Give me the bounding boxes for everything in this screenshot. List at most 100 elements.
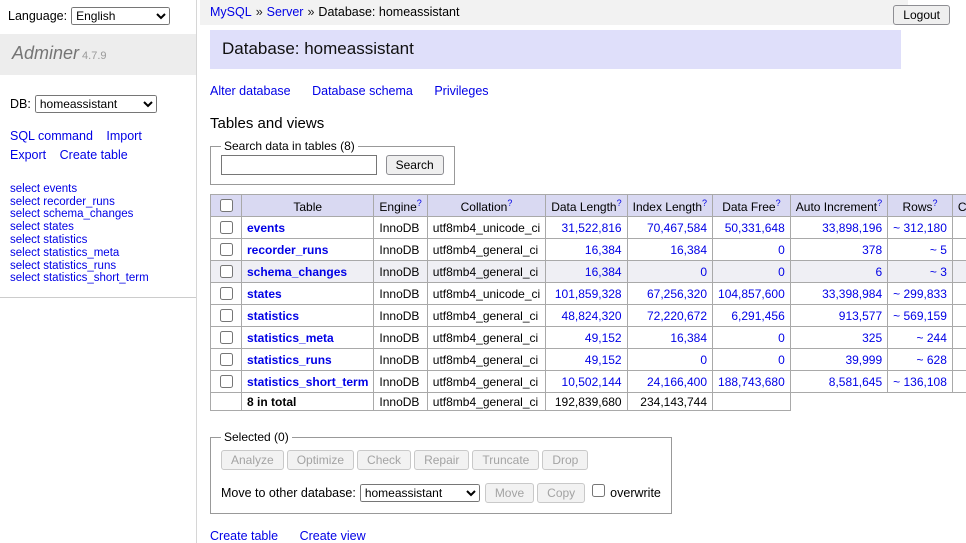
row-checkbox[interactable] bbox=[220, 309, 233, 322]
data-free-link[interactable]: 6,291,456 bbox=[731, 309, 784, 323]
sidebar-table-select-link[interactable]: select schema_changes bbox=[10, 208, 133, 220]
data-free-link[interactable]: 0 bbox=[778, 331, 785, 345]
move-button[interactable]: Move bbox=[485, 483, 534, 503]
db-select[interactable]: homeassistant bbox=[35, 95, 157, 113]
rows-count-link[interactable]: ~ 299,833 bbox=[893, 287, 947, 301]
table-name-link[interactable]: statistics_runs bbox=[247, 353, 332, 367]
data-length-link[interactable]: 31,522,816 bbox=[562, 221, 622, 235]
logout-button[interactable]: Logout bbox=[893, 5, 950, 25]
table-name-link[interactable]: schema_changes bbox=[247, 265, 347, 279]
rows-count-link[interactable]: ~ 5 bbox=[930, 243, 947, 257]
database-nav-link[interactable]: Alter database bbox=[210, 84, 291, 98]
row-checkbox[interactable] bbox=[220, 243, 233, 256]
auto-increment-link[interactable]: 33,898,196 bbox=[822, 221, 882, 235]
sidebar-action-link[interactable]: SQL command bbox=[10, 129, 93, 143]
row-checkbox[interactable] bbox=[220, 221, 233, 234]
bulk-action-button[interactable]: Check bbox=[357, 450, 411, 470]
auto-increment-link[interactable]: 378 bbox=[862, 243, 882, 257]
breadcrumb-link-server[interactable]: Server bbox=[267, 5, 304, 19]
create-link[interactable]: Create table bbox=[210, 529, 278, 543]
select-all-checkbox[interactable] bbox=[220, 199, 233, 212]
rows-count-link[interactable]: ~ 312,180 bbox=[893, 221, 947, 235]
column-help-link[interactable]: ? bbox=[507, 198, 512, 208]
sidebar-action-link[interactable]: Import bbox=[106, 129, 141, 143]
data-free-link[interactable]: 50,331,648 bbox=[725, 221, 785, 235]
create-link[interactable]: Create view bbox=[300, 529, 366, 543]
data-length-link[interactable]: 49,152 bbox=[585, 331, 622, 345]
sidebar-table-select-link[interactable]: select statistics_runs bbox=[10, 260, 116, 272]
bulk-action-button[interactable]: Analyze bbox=[221, 450, 284, 470]
index-length-link[interactable]: 16,384 bbox=[670, 331, 707, 345]
index-length-link[interactable]: 67,256,320 bbox=[647, 287, 707, 301]
copy-button[interactable]: Copy bbox=[537, 483, 585, 503]
table-name-link[interactable]: statistics bbox=[247, 309, 299, 323]
index-length-cell: 24,166,400 bbox=[627, 371, 712, 393]
rows-count-link[interactable]: ~ 244 bbox=[917, 331, 947, 345]
column-help-link[interactable]: ? bbox=[877, 198, 882, 208]
data-free-link[interactable]: 0 bbox=[778, 243, 785, 257]
sidebar-table-select-link[interactable]: select states bbox=[10, 221, 74, 233]
table-name-link[interactable]: statistics_meta bbox=[247, 331, 334, 345]
database-nav-link[interactable]: Privileges bbox=[434, 84, 488, 98]
table-name-link[interactable]: statistics_short_term bbox=[247, 375, 368, 389]
sidebar-table-select-link[interactable]: select statistics bbox=[10, 234, 87, 246]
column-help-link[interactable]: ? bbox=[617, 198, 622, 208]
auto-increment-link[interactable]: 325 bbox=[862, 331, 882, 345]
data-length-link[interactable]: 16,384 bbox=[585, 265, 622, 279]
row-checkbox[interactable] bbox=[220, 375, 233, 388]
table-name-link[interactable]: states bbox=[247, 287, 282, 301]
auto-increment-link[interactable]: 8,581,645 bbox=[829, 375, 882, 389]
row-checkbox[interactable] bbox=[220, 287, 233, 300]
row-checkbox[interactable] bbox=[220, 331, 233, 344]
data-length-link[interactable]: 10,502,144 bbox=[562, 375, 622, 389]
index-length-link[interactable]: 70,467,584 bbox=[647, 221, 707, 235]
overwrite-label[interactable]: overwrite bbox=[610, 486, 661, 500]
data-length-link[interactable]: 16,384 bbox=[585, 243, 622, 257]
language-select[interactable]: English bbox=[71, 7, 170, 25]
sidebar-table-select-link[interactable]: select statistics_meta bbox=[10, 247, 119, 259]
auto-increment-link[interactable]: 33,398,984 bbox=[822, 287, 882, 301]
index-length-link[interactable]: 0 bbox=[700, 353, 707, 367]
sidebar-table-select-link[interactable]: select recorder_runs bbox=[10, 196, 115, 208]
sidebar-action-link[interactable]: Export bbox=[10, 148, 46, 162]
row-checkbox[interactable] bbox=[220, 265, 233, 278]
rows-count-link[interactable]: ~ 3 bbox=[930, 265, 947, 279]
table-name-link[interactable]: recorder_runs bbox=[247, 243, 328, 257]
index-length-link[interactable]: 24,166,400 bbox=[647, 375, 707, 389]
search-button[interactable]: Search bbox=[386, 155, 444, 175]
data-free-link[interactable]: 0 bbox=[778, 265, 785, 279]
data-free-link[interactable]: 0 bbox=[778, 353, 785, 367]
sidebar-table-select-link[interactable]: select events bbox=[10, 183, 77, 195]
column-help-link[interactable]: ? bbox=[417, 198, 422, 208]
data-length-link[interactable]: 49,152 bbox=[585, 353, 622, 367]
bulk-action-button[interactable]: Truncate bbox=[472, 450, 539, 470]
overwrite-checkbox[interactable] bbox=[592, 484, 605, 497]
data-free-link[interactable]: 188,743,680 bbox=[718, 375, 785, 389]
bulk-action-button[interactable]: Repair bbox=[414, 450, 469, 470]
column-help-link[interactable]: ? bbox=[702, 198, 707, 208]
sidebar-action-link[interactable]: Create table bbox=[60, 148, 128, 162]
bulk-action-button[interactable]: Optimize bbox=[287, 450, 354, 470]
sidebar-table-select-link[interactable]: select statistics_short_term bbox=[10, 272, 149, 284]
rows-count-link[interactable]: ~ 569,159 bbox=[893, 309, 947, 323]
column-help-link[interactable]: ? bbox=[933, 198, 938, 208]
auto-increment-link[interactable]: 6 bbox=[875, 265, 882, 279]
move-db-select[interactable]: homeassistant bbox=[360, 484, 480, 502]
table-name-link[interactable]: events bbox=[247, 221, 285, 235]
data-free-link[interactable]: 104,857,600 bbox=[718, 287, 785, 301]
auto-increment-link[interactable]: 913,577 bbox=[839, 309, 882, 323]
data-length-link[interactable]: 48,824,320 bbox=[562, 309, 622, 323]
database-nav-link[interactable]: Database schema bbox=[312, 84, 413, 98]
rows-count-link[interactable]: ~ 628 bbox=[917, 353, 947, 367]
data-length-link[interactable]: 101,859,328 bbox=[555, 287, 622, 301]
index-length-link[interactable]: 72,220,672 bbox=[647, 309, 707, 323]
rows-count-link[interactable]: ~ 136,108 bbox=[893, 375, 947, 389]
breadcrumb-link-mysql[interactable]: MySQL bbox=[210, 5, 252, 19]
index-length-link[interactable]: 16,384 bbox=[670, 243, 707, 257]
search-input[interactable] bbox=[221, 155, 377, 175]
auto-increment-link[interactable]: 39,999 bbox=[845, 353, 882, 367]
column-help-link[interactable]: ? bbox=[776, 198, 781, 208]
row-checkbox[interactable] bbox=[220, 353, 233, 366]
index-length-link[interactable]: 0 bbox=[700, 265, 707, 279]
bulk-action-button[interactable]: Drop bbox=[542, 450, 588, 470]
